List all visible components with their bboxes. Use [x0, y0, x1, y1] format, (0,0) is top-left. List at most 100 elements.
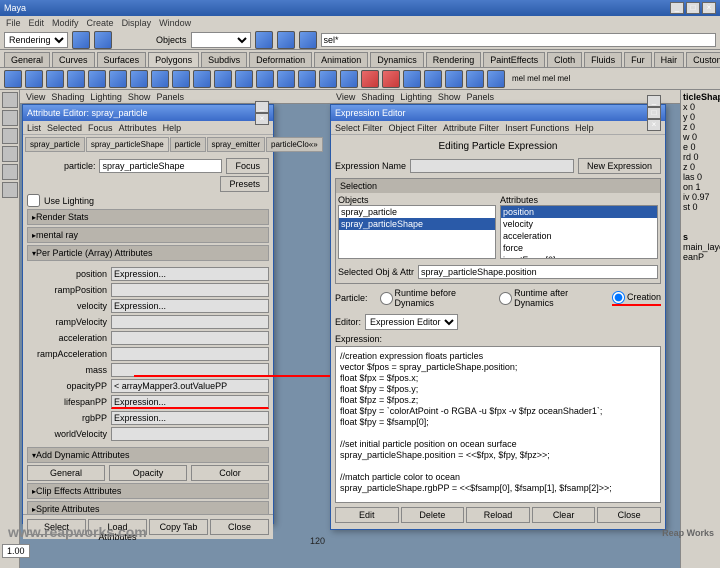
close-button[interactable]: ×	[702, 2, 716, 14]
tab-cloth[interactable]: Cloth	[547, 52, 582, 67]
menu-window[interactable]: Window	[159, 18, 191, 28]
shelf-icon[interactable]	[277, 70, 295, 88]
section-sprite[interactable]: Sprite Attributes	[27, 501, 269, 514]
section-clip[interactable]: Clip Effects Attributes	[27, 483, 269, 499]
shelf-icon[interactable]	[466, 70, 484, 88]
list-item[interactable]: acceleration	[501, 230, 657, 242]
view-menu-shading[interactable]: Shading	[51, 92, 84, 102]
view-menu-lighting[interactable]: Lighting	[90, 92, 122, 102]
menu-insert-func[interactable]: Insert Functions	[505, 123, 569, 133]
close-icon[interactable]: ×	[647, 119, 661, 131]
scale-tool-icon[interactable]	[2, 146, 18, 162]
menu-edit[interactable]: Edit	[29, 18, 45, 28]
view-menu-view[interactable]: View	[336, 92, 355, 102]
attr-editor-titlebar[interactable]: Attribute Editor: spray_particle _×	[23, 105, 273, 121]
shelf-icon[interactable]	[361, 70, 379, 88]
tab-surfaces[interactable]: Surfaces	[97, 52, 147, 67]
shelf-icon[interactable]	[130, 70, 148, 88]
general-button[interactable]: General	[27, 465, 105, 481]
node-tab[interactable]: particleClo«»	[266, 137, 323, 152]
shelf-icon[interactable]	[25, 70, 43, 88]
shelf-icon[interactable]	[214, 70, 232, 88]
shelf-icon[interactable]	[67, 70, 85, 88]
shelf-icon[interactable]	[235, 70, 253, 88]
edit-button[interactable]: Edit	[335, 507, 399, 523]
view-menu-show[interactable]: Show	[128, 92, 151, 102]
pp-attr-input[interactable]	[111, 347, 269, 361]
delete-button[interactable]: Delete	[401, 507, 465, 523]
pp-attr-input[interactable]	[111, 411, 269, 425]
expression-textarea[interactable]: //creation expression floats particles v…	[335, 346, 661, 503]
tab-hair[interactable]: Hair	[654, 52, 685, 67]
radio-creation[interactable]: Creation	[612, 291, 661, 306]
clear-button[interactable]: Clear	[532, 507, 596, 523]
section-mental-ray[interactable]: mental ray	[27, 227, 269, 243]
channel-attr[interactable]: e 0	[683, 142, 718, 152]
menu-focus[interactable]: Focus	[88, 123, 113, 133]
section-add-dynamic[interactable]: Add Dynamic Attributes	[27, 447, 269, 463]
shelf-icon[interactable]	[424, 70, 442, 88]
objects-select[interactable]	[191, 32, 251, 48]
tab-subdivs[interactable]: Subdivs	[201, 52, 247, 67]
layer-item[interactable]: eanP	[683, 252, 718, 262]
tab-curves[interactable]: Curves	[52, 52, 95, 67]
list-item[interactable]: position	[501, 206, 657, 218]
channel-attr[interactable]: rd 0	[683, 152, 718, 162]
shelf-icon[interactable]	[172, 70, 190, 88]
close-button[interactable]: Close	[597, 507, 661, 523]
pp-attr-input[interactable]	[111, 379, 269, 393]
menu-object-filter[interactable]: Object Filter	[389, 123, 438, 133]
section-render-stats[interactable]: Render Stats	[27, 209, 269, 225]
opacity-button[interactable]: Opacity	[109, 465, 187, 481]
tab-general[interactable]: General	[4, 52, 50, 67]
shelf-icon[interactable]	[4, 70, 22, 88]
tab-fur[interactable]: Fur	[624, 52, 652, 67]
channel-attr[interactable]: iv 0.97	[683, 192, 718, 202]
menu-help[interactable]: Help	[163, 123, 182, 133]
new-expr-button[interactable]: New Expression	[578, 158, 661, 174]
shelf-icon[interactable]	[151, 70, 169, 88]
minimize-icon[interactable]: _	[255, 101, 269, 113]
minimize-icon[interactable]: _	[647, 95, 661, 107]
objects-listbox[interactable]: spray_particle spray_particleShape	[338, 205, 496, 259]
list-item[interactable]: spray_particleShape	[339, 218, 495, 230]
shelf-icon[interactable]	[298, 70, 316, 88]
list-item[interactable]: spray_particle	[339, 206, 495, 218]
sel-input[interactable]	[321, 33, 716, 47]
channel-attr[interactable]: z 0	[683, 122, 718, 132]
layer-item[interactable]: main_layer	[683, 242, 718, 252]
reload-button[interactable]: Reload	[466, 507, 530, 523]
menu-help[interactable]: Help	[575, 123, 594, 133]
close-icon[interactable]: ×	[255, 113, 269, 125]
radio-before-dynamics[interactable]: Runtime before Dynamics	[380, 288, 488, 308]
editor-select[interactable]: Expression Editor	[365, 314, 458, 330]
node-tab[interactable]: particle	[170, 137, 206, 152]
timeline-frame[interactable]: 120	[310, 536, 325, 546]
shelf-icon[interactable]	[445, 70, 463, 88]
tool-icon[interactable]	[94, 31, 112, 49]
copy-tab-button[interactable]: Copy Tab	[149, 519, 208, 535]
shelf-icon[interactable]	[46, 70, 64, 88]
tool-icon[interactable]	[2, 164, 18, 180]
focus-button[interactable]: Focus	[226, 158, 269, 174]
frame-input[interactable]: 1.00	[2, 544, 30, 558]
view-menu-panels[interactable]: Panels	[156, 92, 184, 102]
objects-label[interactable]: Objects	[156, 35, 187, 45]
tab-deformation[interactable]: Deformation	[249, 52, 312, 67]
maximize-icon[interactable]: □	[647, 107, 661, 119]
menu-create[interactable]: Create	[87, 18, 114, 28]
shelf-icon[interactable]	[487, 70, 505, 88]
sel-obj-input[interactable]	[418, 265, 658, 279]
list-item[interactable]: velocity	[501, 218, 657, 230]
tab-polygons[interactable]: Polygons	[148, 52, 199, 67]
attributes-listbox[interactable]: position velocity acceleration force inp…	[500, 205, 658, 259]
pp-attr-input[interactable]	[111, 299, 269, 313]
shelf-icon[interactable]	[193, 70, 211, 88]
move-tool-icon[interactable]	[2, 110, 18, 126]
tool-icon[interactable]	[2, 182, 18, 198]
tab-dynamics[interactable]: Dynamics	[370, 52, 424, 67]
maximize-button[interactable]: □	[686, 2, 700, 14]
shelf-icon[interactable]	[319, 70, 337, 88]
minimize-button[interactable]: _	[670, 2, 684, 14]
channel-attr[interactable]: x 0	[683, 102, 718, 112]
